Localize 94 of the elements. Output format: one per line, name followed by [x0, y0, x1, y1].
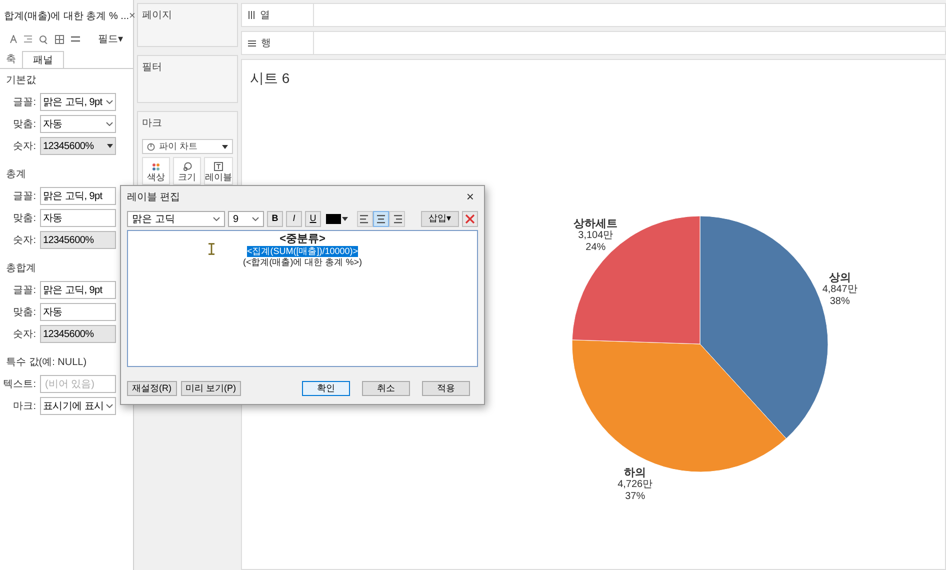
number-format-dropdown[interactable]: 12345600% — [40, 137, 116, 155]
field-label: 맞춤: — [12, 306, 36, 320]
dropdown[interactable]: 자동 — [40, 115, 116, 133]
rows-icon — [248, 40, 256, 46]
field-label: 숫자: — [12, 328, 36, 342]
align-left-icon — [359, 214, 371, 224]
field-label: 숫자: — [12, 234, 36, 248]
slice-label: 상의 — [828, 272, 851, 284]
dropdown[interactable]: 맑은 고딕, 9pt — [40, 93, 116, 111]
label-text-area[interactable]: <중분류> <집계(SUM([매출])/10000)> (<합계(매출)에 대한 총계 %>) — [127, 230, 478, 367]
panel-title: 합계(매출)에 대한 총계 % ... — [4, 10, 129, 24]
color-picker[interactable] — [326, 211, 350, 227]
bold-button[interactable]: B — [267, 211, 283, 227]
color-dots-icon — [152, 162, 160, 170]
clear-button[interactable] — [462, 211, 478, 227]
mark-type-dropdown[interactable]: 파이 차트 — [142, 139, 233, 154]
font-dropdown[interactable]: 맑은 고딕 — [127, 211, 225, 227]
field-label: 글꼴: — [12, 284, 36, 298]
align-right-icon — [391, 214, 403, 224]
card-title: 페이지 — [142, 9, 173, 23]
slice-label: 하의 — [624, 466, 646, 479]
tab[interactable]: 축 — [0, 51, 22, 68]
align-button[interactable] — [389, 211, 405, 227]
number-format-dropdown[interactable]: 12345600% — [40, 231, 116, 249]
field-label: 숫자: — [12, 140, 36, 154]
italic-button[interactable]: I — [286, 211, 302, 227]
dialog-button[interactable]: 취소 — [362, 381, 410, 396]
fields-dropdown[interactable]: 필드▾ — [98, 32, 123, 46]
dropdown[interactable]: 표시기에 표시 — [40, 397, 116, 415]
number-format-dropdown[interactable]: 12345600% — [40, 325, 116, 343]
section-title: 기본값 — [5, 74, 37, 88]
dropdown[interactable]: 맑은 고딕, 9pt — [40, 187, 116, 205]
align-center-icon — [375, 214, 387, 224]
field-label: 마크: — [12, 400, 36, 414]
shelf-label: 열 — [260, 8, 270, 22]
dialog-button[interactable]: 재설정(R) — [127, 381, 176, 396]
close-button[interactable]: × — [129, 8, 136, 24]
align-button[interactable] — [357, 211, 373, 227]
section-title: 특수 값(예: NULL) — [5, 356, 88, 370]
align-button[interactable] — [373, 211, 389, 227]
dialog-button[interactable]: 적용 — [422, 381, 470, 396]
slice-value: 4,726만 — [618, 478, 653, 491]
dropdown[interactable]: 자동 — [40, 209, 116, 227]
underline-button[interactable]: U — [305, 211, 321, 227]
columns-icon — [248, 11, 255, 19]
dropdown[interactable]: 맑은 고딕, 9pt — [40, 281, 116, 299]
dropdown-arrow-icon — [342, 217, 348, 221]
borders-icon — [55, 34, 64, 44]
chevron-down-icon — [213, 217, 220, 221]
slice-value: 4,847만 — [822, 284, 858, 296]
slice-percent: 37% — [625, 490, 646, 503]
label-line: (<합계(매출)에 대한 총계 %>) — [242, 257, 362, 268]
slice-percent: 24% — [586, 242, 606, 254]
close-button[interactable]: × — [462, 187, 478, 207]
chevron-down-icon — [106, 122, 113, 126]
chevron-down-icon — [106, 100, 113, 104]
sheet-title: 시트 6 — [250, 69, 290, 88]
close-icon — [465, 214, 475, 224]
dialog-button[interactable]: 미리 보기(P) — [180, 381, 241, 396]
chevron-down-icon — [106, 404, 113, 408]
field-label: 텍스트: — [2, 378, 36, 392]
dialog-title: 레이블 편집 — [127, 190, 180, 204]
mark-button[interactable]: 크기 — [173, 157, 201, 185]
size-dropdown[interactable]: 9 — [228, 211, 264, 227]
section-title: 총계 — [5, 168, 27, 182]
pie-icon — [147, 142, 155, 150]
mark-button[interactable]: 레이블 — [204, 157, 233, 185]
dropdown-arrow-icon — [107, 144, 113, 148]
field-label: 글꼴: — [12, 96, 36, 110]
field-label: 맞춤: — [12, 212, 36, 226]
field-label: 맞춤: — [12, 118, 36, 132]
font-icon — [10, 35, 17, 43]
field-label: 글꼴: — [12, 190, 36, 204]
label-icon — [214, 162, 223, 170]
input-field[interactable]: (비어 있음) — [40, 375, 116, 393]
size-icon — [182, 162, 192, 170]
slice-value: 3,104만 — [578, 230, 614, 242]
lines-icon — [71, 36, 80, 42]
dropdown[interactable]: 자동 — [40, 303, 116, 321]
tab[interactable]: 패널 — [22, 51, 64, 68]
label-line: <중분류> — [280, 233, 326, 246]
dialog-button[interactable]: 확인 — [302, 381, 350, 396]
card-title: 필터 — [142, 61, 163, 75]
text-cursor-icon — [208, 243, 215, 255]
alignment-icon — [24, 35, 32, 43]
chevron-down-icon — [252, 217, 259, 221]
slice-label: 상하세트 — [574, 218, 618, 230]
shelf-label: 행 — [261, 36, 271, 50]
section-title: 총합계 — [5, 262, 37, 276]
dropdown-arrow-icon — [222, 144, 228, 148]
card-title: 마크 — [142, 117, 163, 131]
insert-button[interactable]: 삽입▾ — [421, 211, 459, 227]
slice-percent: 38% — [830, 296, 850, 308]
mark-button[interactable]: 색상 — [142, 157, 170, 185]
